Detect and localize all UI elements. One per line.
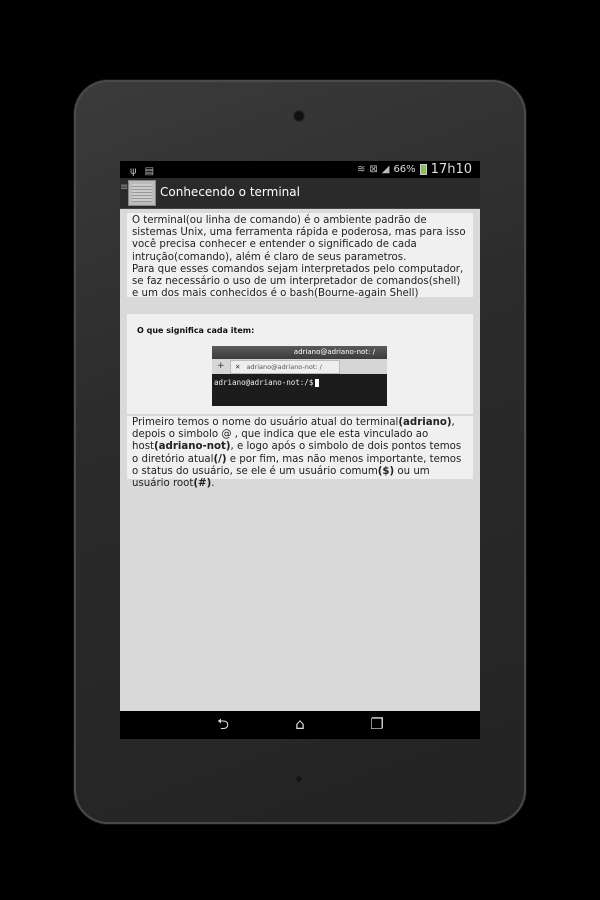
battery-percent: 66% bbox=[393, 164, 416, 175]
navigation-bar: ⮌ ⌂ ❐ bbox=[120, 711, 480, 739]
page-title: Conhecendo o terminal bbox=[160, 185, 300, 199]
status-bar: ψ ▤ ≋ ⊠ ◢ 66% 17h10 bbox=[120, 161, 480, 178]
terminal-image-card: O que significa cada item: adriano@adria… bbox=[127, 314, 473, 414]
explanation-paragraph: Primeiro temos o nome do usuário atual d… bbox=[127, 416, 473, 490]
explain-root: (#) bbox=[193, 478, 212, 490]
front-camera bbox=[293, 110, 305, 122]
explain-user: (adriano) bbox=[398, 417, 452, 428]
new-tab-icon: + bbox=[217, 361, 225, 371]
explanation-card: Primeiro temos o nome do usuário atual d… bbox=[127, 416, 473, 489]
explain-text-1: Primeiro temos o nome do usuário atual d… bbox=[132, 417, 399, 428]
home-icon[interactable]: ⌂ bbox=[289, 716, 311, 732]
no-signal-icon: ⊠ bbox=[369, 164, 378, 175]
status-time: 17h10 bbox=[430, 162, 472, 177]
terminal-prompt-text: adriano@adriano-not:/$ bbox=[214, 378, 314, 387]
explain-common: ($) bbox=[377, 465, 395, 477]
back-icon[interactable]: ⮌ bbox=[212, 716, 234, 732]
app-icon[interactable] bbox=[128, 180, 156, 206]
content-area[interactable]: O terminal(ou linha de comando) é o ambi… bbox=[120, 209, 480, 711]
image-label: O que significa cada item: bbox=[137, 326, 255, 335]
signal-icon: ◢ bbox=[381, 164, 390, 175]
explain-host: (adriano-not) bbox=[154, 441, 231, 453]
close-tab-icon: ✕ bbox=[235, 363, 241, 371]
action-bar: ≡ Conhecendo o terminal bbox=[120, 178, 480, 209]
intro-card: O terminal(ou linha de comando) é o ambi… bbox=[127, 213, 473, 299]
intro-paragraph-2: Para que esses comandos sejam interpreta… bbox=[132, 263, 464, 300]
device-sensor bbox=[296, 776, 302, 782]
drawer-indicator-icon[interactable]: ≡ bbox=[120, 183, 128, 199]
recent-apps-icon[interactable]: ❐ bbox=[366, 716, 388, 732]
screen: ψ ▤ ≋ ⊠ ◢ 66% 17h10 ≡ Conhecendo o termi… bbox=[120, 161, 480, 739]
terminal-screenshot: adriano@adriano-not: / + ✕ adriano@adrian… bbox=[212, 346, 387, 406]
explain-text-6: . bbox=[211, 478, 215, 490]
explain-dir: (/) bbox=[213, 453, 227, 465]
vibrate-icon: ≋ bbox=[356, 164, 366, 175]
terminal-prompt: adriano@adriano-not:/$ bbox=[214, 378, 320, 387]
terminal-tab-label: adriano@adriano-not: / bbox=[246, 363, 322, 371]
battery-icon bbox=[419, 164, 427, 175]
terminal-cursor bbox=[315, 379, 320, 387]
terminal-titlebar: adriano@adriano-not: / bbox=[212, 346, 387, 359]
intro-paragraph: O terminal(ou linha de comando) é o ambi… bbox=[132, 215, 466, 263]
terminal-tab: ✕ adriano@adriano-not: / bbox=[230, 360, 340, 374]
terminal-tabbar: + ✕ adriano@adriano-not: / bbox=[212, 359, 387, 374]
